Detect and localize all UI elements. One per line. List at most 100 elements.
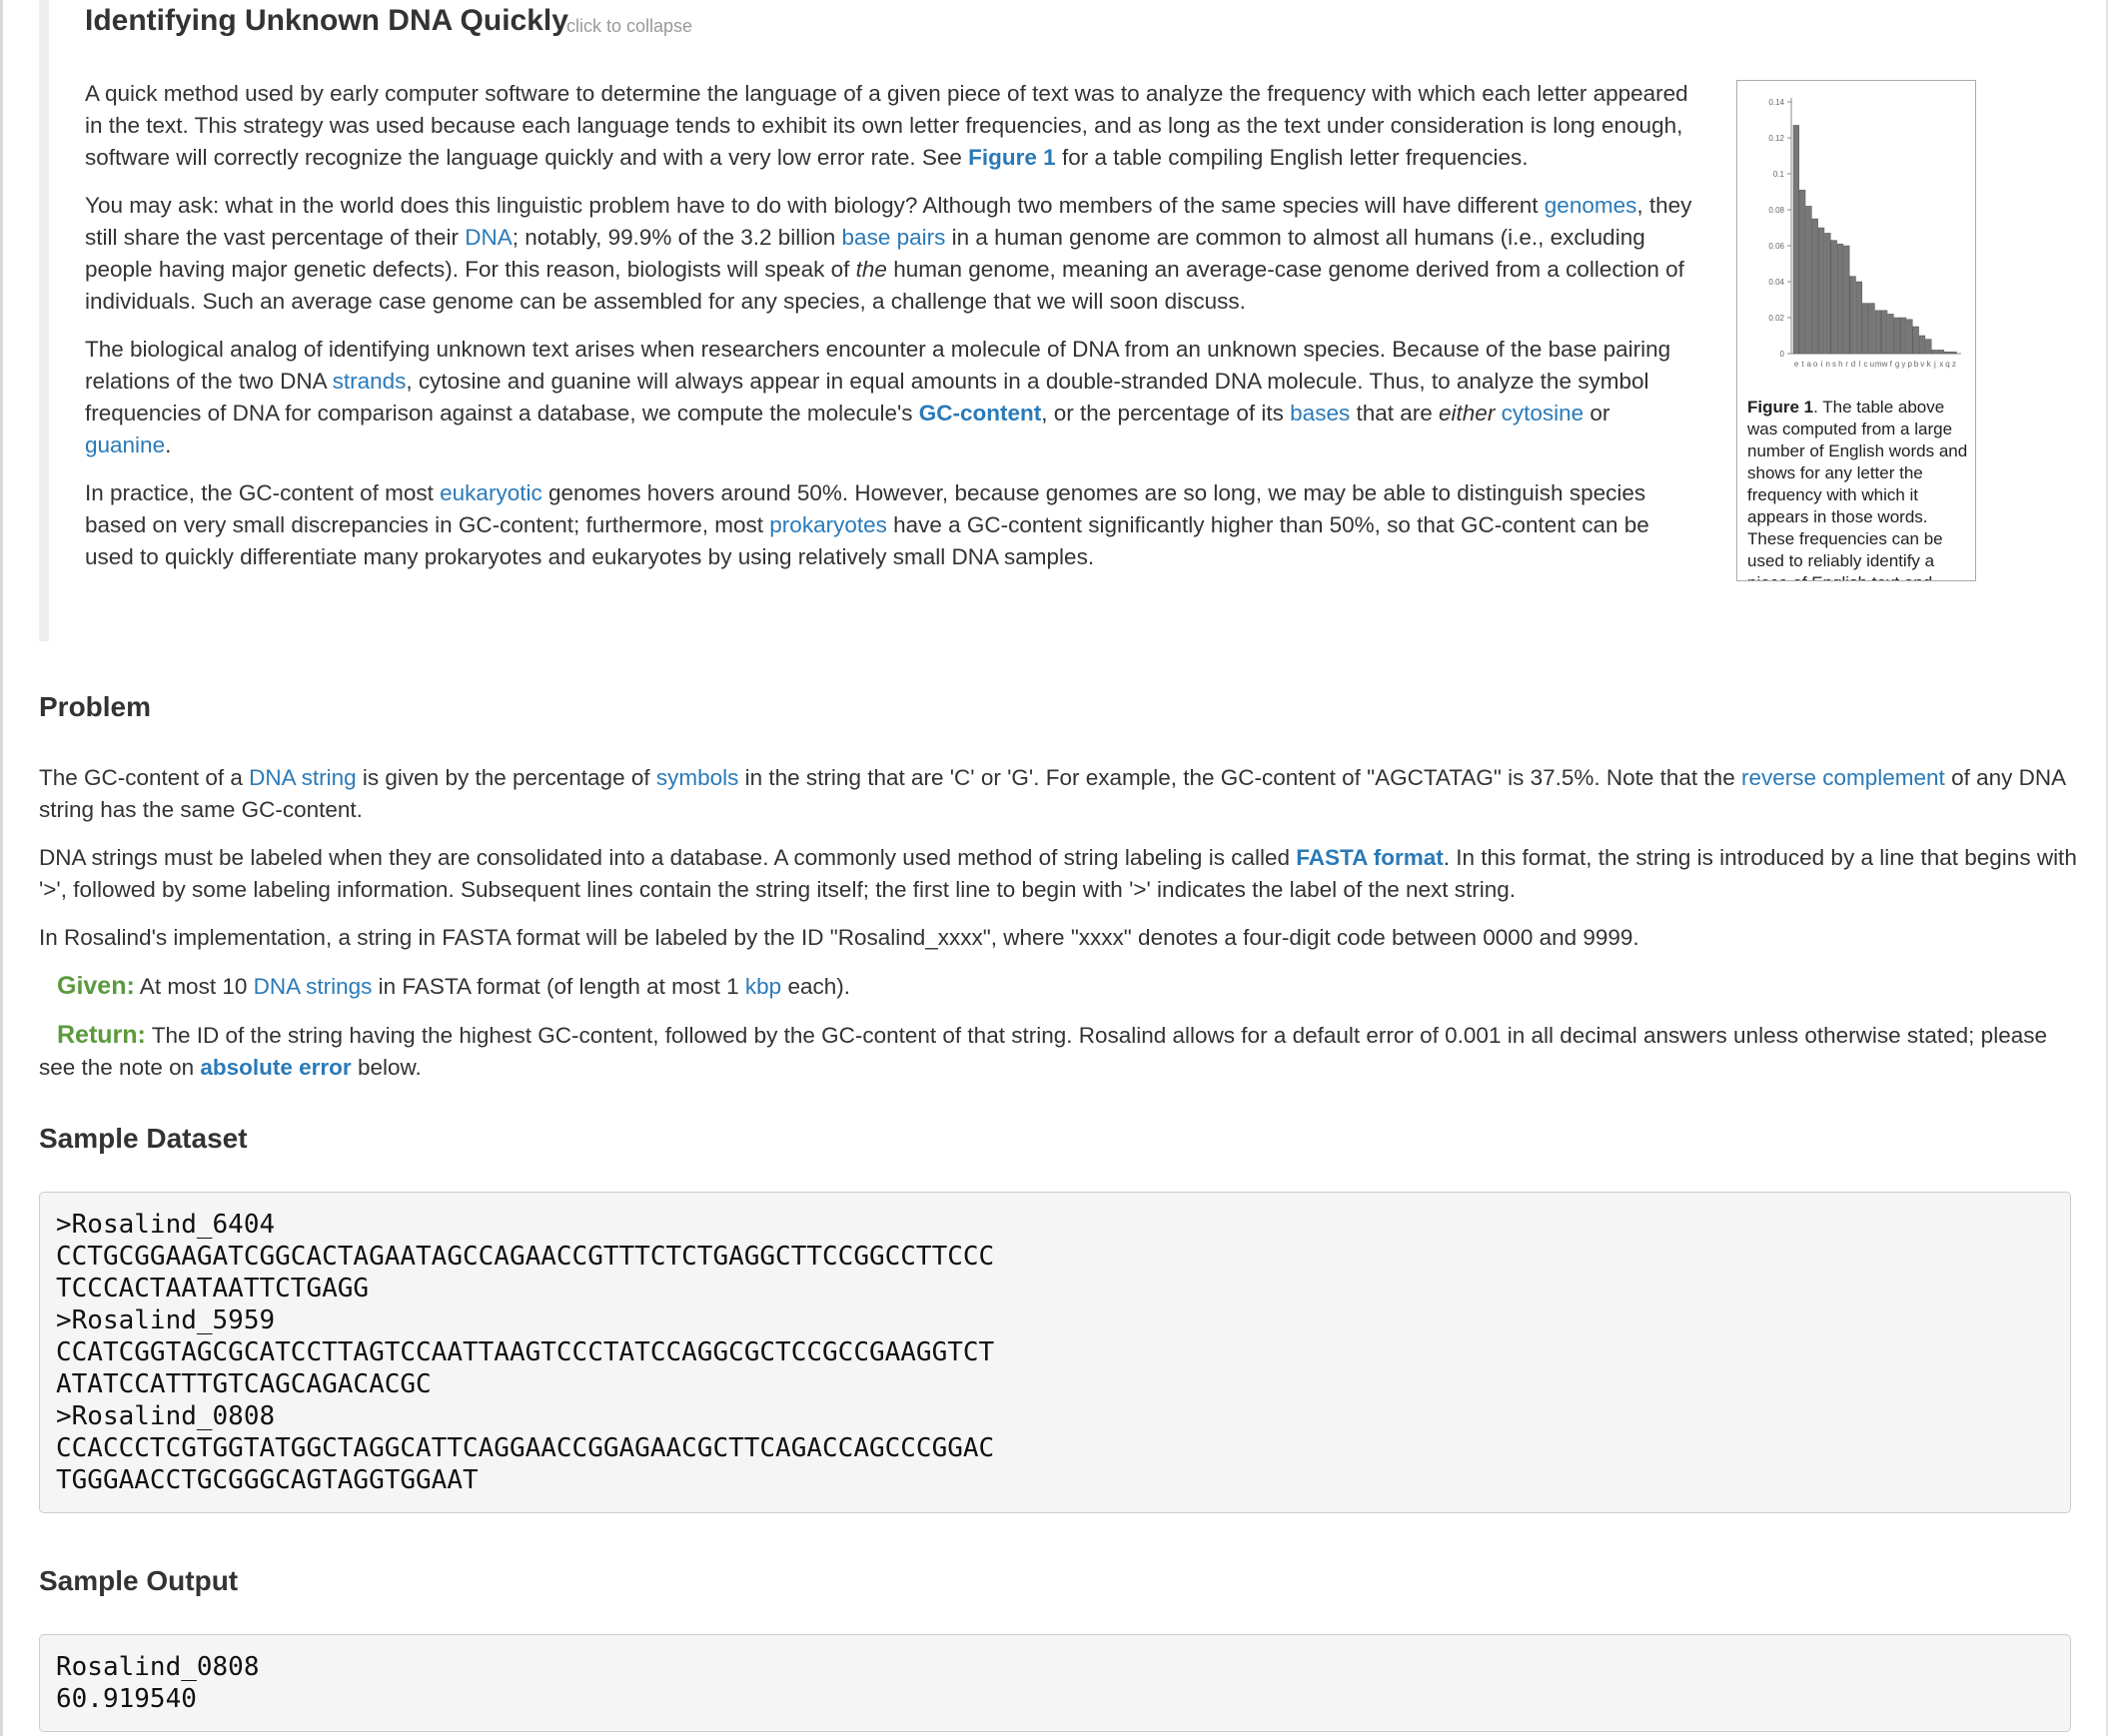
bases-link[interactable]: bases xyxy=(1290,401,1350,426)
dna-link[interactable]: DNA xyxy=(465,225,513,250)
bar-p xyxy=(1906,319,1913,355)
genomes-link[interactable]: genomes xyxy=(1545,193,1637,218)
return-statement: Return: The ID of the string having the … xyxy=(39,1019,2077,1084)
x-tick-label: b xyxy=(1914,360,1919,369)
dna-strings-link[interactable]: DNA strings xyxy=(254,974,373,999)
x-tick-label: f xyxy=(1890,360,1893,369)
absolute-error-link[interactable]: absolute error xyxy=(200,1055,351,1080)
x-tick-label: k xyxy=(1927,360,1932,369)
figure-1-link[interactable]: Figure 1 xyxy=(968,145,1056,170)
x-tick-label: q xyxy=(1945,360,1949,369)
y-tick-label: 0.08 xyxy=(1768,206,1784,215)
problem-paragraph-2: DNA strings must be labeled when they ar… xyxy=(39,842,2077,906)
y-tick-label: 0.14 xyxy=(1768,98,1784,107)
return-label: Return: xyxy=(57,1021,146,1049)
x-tick-label: z xyxy=(1952,360,1956,369)
bar-e xyxy=(1792,125,1799,355)
text-span: below. xyxy=(351,1055,422,1080)
x-tick-label: c xyxy=(1864,360,1868,369)
figure-caption: Figure 1. The table above was computed f… xyxy=(1747,397,1973,580)
x-tick-label: p xyxy=(1907,360,1912,369)
x-tick-label: t xyxy=(1801,360,1804,369)
eukaryotic-link[interactable]: eukaryotic xyxy=(440,480,542,505)
x-tick-label: o xyxy=(1813,360,1818,369)
fasta-format-link[interactable]: FASTA format xyxy=(1296,845,1444,870)
text-span: for a table compiling English letter fre… xyxy=(1055,145,1529,170)
bar-b xyxy=(1912,326,1919,355)
emphasis: either xyxy=(1439,401,1496,426)
bar-a xyxy=(1805,206,1812,355)
given-statement: Given: At most 10 DNA strings in FASTA f… xyxy=(39,970,2077,1003)
cytosine-link[interactable]: cytosine xyxy=(1502,401,1584,426)
prokaryotes-link[interactable]: prokaryotes xyxy=(769,512,887,537)
sample-output-box[interactable]: Rosalind_0808 60.919540 xyxy=(39,1634,2071,1732)
y-tick-label: 0.04 xyxy=(1768,278,1784,287)
base-pairs-link[interactable]: base pairs xyxy=(842,225,946,250)
output-line: 60.919540 xyxy=(56,1684,197,1714)
bar-z xyxy=(1950,351,1957,355)
y-tick-label: 0.1 xyxy=(1773,170,1785,179)
text-span: DNA strings must be labeled when they ar… xyxy=(39,845,1297,870)
text-span: At most 10 xyxy=(134,974,254,999)
dataset-line: CCATCGGTAGCGCATCCTTAGTCCAATTAAGTCCCTATCC… xyxy=(56,1337,995,1367)
collapse-toggle[interactable]: click to collapse xyxy=(566,16,692,37)
x-tick-label: u xyxy=(1870,360,1874,369)
intro-paragraph-3: The biological analog of identifying unk… xyxy=(85,334,1699,461)
symbols-link[interactable]: symbols xyxy=(656,765,739,790)
x-tick-label: d xyxy=(1851,360,1855,369)
text-span: You may ask: what in the world does this… xyxy=(85,193,1545,218)
sample-output-heading: Sample Output xyxy=(39,1565,239,1596)
bar-i xyxy=(1817,227,1825,355)
x-tick-label: g xyxy=(1895,360,1899,369)
bar-t xyxy=(1799,189,1806,355)
bar-c xyxy=(1862,303,1869,355)
reverse-complement-link[interactable]: reverse complement xyxy=(1741,765,1945,790)
gc-content-link[interactable]: GC-content xyxy=(919,401,1042,426)
bar-m xyxy=(1874,310,1881,355)
guanine-link[interactable]: guanine xyxy=(85,433,165,457)
problem-paragraph-1: The GC-content of a DNA string is given … xyxy=(39,762,2077,826)
dna-string-link[interactable]: DNA string xyxy=(249,765,357,790)
intro-section: Identifying Unknown DNA Quickly click to… xyxy=(39,0,2067,641)
y-tick-label: 0 xyxy=(1780,350,1785,359)
bar-k xyxy=(1925,339,1932,355)
x-tick-label: l xyxy=(1858,360,1860,369)
bar-q xyxy=(1944,351,1951,355)
strands-link[interactable]: strands xyxy=(333,369,407,394)
x-tick-label: s xyxy=(1832,360,1836,369)
text-span: in FASTA format (of length at most 1 xyxy=(372,974,745,999)
figure-1: 0.14 0.12 0.1 0.08 0.06 0.04 0.02 0 e t a o i n s h r d l c… xyxy=(1736,80,1976,581)
dataset-line: TGGGAACCTGCGGGCAGTAGGTGGAAT xyxy=(56,1465,479,1495)
sample-dataset-box[interactable]: >Rosalind_6404 CCTGCGGAAGATCGGCACTAGAATA… xyxy=(39,1192,2071,1513)
problem-heading: Problem xyxy=(39,691,152,722)
bar-u xyxy=(1868,303,1875,355)
bar-o xyxy=(1811,218,1818,355)
x-tick-label: h xyxy=(1838,360,1842,369)
x-tick-label: j xyxy=(1933,360,1936,369)
text-span: in the string that are 'C' or 'G'. For e… xyxy=(738,765,1741,790)
problem-body: The GC-content of a DNA string is given … xyxy=(39,762,2077,1100)
bar-w xyxy=(1881,310,1888,355)
kbp-link[interactable]: kbp xyxy=(745,974,781,999)
dataset-line: CCTGCGGAAGATCGGCACTAGAATAGCCAGAACCGTTTCT… xyxy=(56,1242,995,1272)
x-tick-label: i xyxy=(1820,360,1822,369)
bar-x xyxy=(1937,350,1945,355)
emphasis: the xyxy=(855,257,887,282)
intro-paragraph-4: In practice, the GC-content of most euka… xyxy=(85,477,1699,573)
dataset-line: >Rosalind_0808 xyxy=(56,1401,276,1431)
x-tick-label: a xyxy=(1807,360,1812,369)
y-tick-label: 0.02 xyxy=(1768,314,1784,323)
problem-page: Identifying Unknown DNA Quickly click to… xyxy=(0,0,2108,1736)
bar-h xyxy=(1836,243,1844,355)
dataset-line: CCACCCTCGTGGTATGGCTAGGCATTCAGGAACCGGAGAA… xyxy=(56,1433,995,1463)
bar-s xyxy=(1830,240,1837,355)
text-span: is given by the percentage of xyxy=(356,765,656,790)
intro-paragraph-1: A quick method used by early computer so… xyxy=(85,78,1699,174)
dataset-line: TCCCACTAATAATTCTGAGG xyxy=(56,1274,370,1303)
figure-caption-label: Figure 1 xyxy=(1747,398,1814,417)
output-line: Rosalind_0808 xyxy=(56,1652,260,1682)
bar-r xyxy=(1843,245,1850,355)
x-tick-label: y xyxy=(1901,360,1905,369)
sample-dataset-heading: Sample Dataset xyxy=(39,1123,248,1154)
bar-y xyxy=(1899,317,1907,355)
